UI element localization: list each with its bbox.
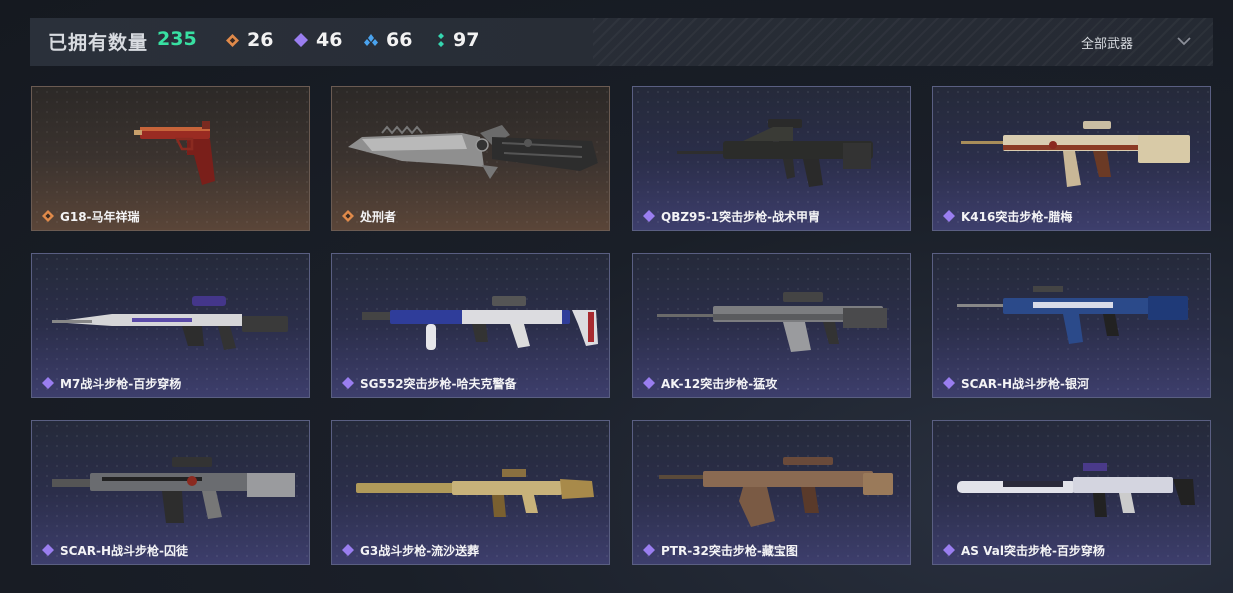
rarity-purple-icon: [943, 377, 955, 389]
pistol-image: [134, 121, 215, 185]
weapon-name: AK-12突击步枪-猛攻: [661, 377, 778, 391]
owned-count-label: 已拥有数量: [48, 32, 149, 54]
weapon-card-9[interactable]: G3战斗步枪-流沙送葬: [331, 420, 610, 565]
rarity-purple-icon: [643, 377, 655, 389]
rarity-purple-icon: [643, 210, 655, 222]
rifle-image: [961, 121, 1190, 187]
owned-count-total: 235: [157, 28, 197, 50]
rifle-image: [957, 463, 1195, 517]
rifle-image: [356, 469, 594, 517]
weapon-card-6[interactable]: AK-12突击步枪-猛攻: [632, 253, 911, 398]
weapon-card-7[interactable]: SCAR-H战斗步枪-银河: [932, 253, 1211, 398]
weapon-name: QBZ95-1突击步枪-战术甲胄: [661, 210, 821, 224]
weapon-card-8[interactable]: SCAR-H战斗步枪-囚徒: [31, 420, 310, 565]
weapon-card-10[interactable]: PTR-32突击步枪-藏宝图: [632, 420, 911, 565]
rifle-image: [52, 457, 295, 523]
inventory-header: 已拥有数量 235 26 46 66 97 全部武器: [30, 18, 1213, 66]
rarity-purple-icon: [342, 544, 354, 556]
chevron-down-icon[interactable]: [1175, 32, 1193, 50]
rifle-image: [657, 292, 887, 352]
weapon-card-1[interactable]: 处刑者: [331, 86, 610, 231]
blue-diamond-icon: [364, 34, 378, 46]
stat-blue: 66: [364, 29, 412, 51]
weapon-name: K416突击步枪-腊梅: [961, 210, 1073, 224]
weapon-card-0[interactable]: G18-马年祥瑞: [31, 86, 310, 231]
stat-purple: 46: [294, 29, 342, 51]
weapon-card-11[interactable]: AS Val突击步枪-百步穿杨: [932, 420, 1211, 565]
rarity-purple-icon: [943, 210, 955, 222]
weapon-name: SCAR-H战斗步枪-囚徒: [60, 544, 188, 558]
stat-teal-value: 97: [453, 29, 480, 51]
stat-purple-value: 46: [316, 29, 343, 51]
rifle-image: [659, 457, 893, 527]
orange-diamond-icon: [226, 33, 239, 47]
purple-diamond-icon: [294, 33, 308, 47]
rarity-orange-icon: [42, 210, 54, 222]
rifle-image: [52, 296, 288, 350]
weapon-name: SG552突击步枪-哈夫克警备: [360, 377, 517, 391]
rifle-image: [957, 286, 1188, 344]
rarity-purple-icon: [643, 544, 655, 556]
weapon-name: PTR-32突击步枪-藏宝图: [661, 544, 798, 558]
weapon-name: 处刑者: [360, 210, 397, 224]
rarity-orange-icon: [342, 210, 354, 222]
weapon-name: G3战斗步枪-流沙送葬: [360, 544, 480, 558]
rarity-purple-icon: [42, 377, 54, 389]
rifle-image: [362, 296, 598, 350]
teal-diamond-icon: [438, 33, 444, 47]
stat-blue-value: 66: [386, 29, 413, 51]
rarity-purple-icon: [342, 377, 354, 389]
rarity-purple-icon: [42, 544, 54, 556]
weapon-card-3[interactable]: K416突击步枪-腊梅: [932, 86, 1211, 231]
rarity-purple-icon: [943, 544, 955, 556]
knife-image: [348, 125, 598, 179]
weapon-card-4[interactable]: M7战斗步枪-百步穿杨: [31, 253, 310, 398]
weapon-name: G18-马年祥瑞: [60, 210, 140, 224]
stat-orange-value: 26: [247, 29, 274, 51]
weapon-name: M7战斗步枪-百步穿杨: [60, 377, 182, 391]
rifle-image: [677, 119, 873, 187]
weapon-card-5[interactable]: SG552突击步枪-哈夫克警备: [331, 253, 610, 398]
stat-teal: 97: [437, 29, 479, 51]
weapon-card-2[interactable]: QBZ95-1突击步枪-战术甲胄: [632, 86, 911, 231]
weapon-filter-dropdown[interactable]: 全部武器: [1081, 33, 1133, 52]
weapon-name: AS Val突击步枪-百步穿杨: [961, 544, 1105, 558]
stat-orange: 26: [226, 29, 273, 51]
weapon-name: SCAR-H战斗步枪-银河: [961, 377, 1089, 391]
